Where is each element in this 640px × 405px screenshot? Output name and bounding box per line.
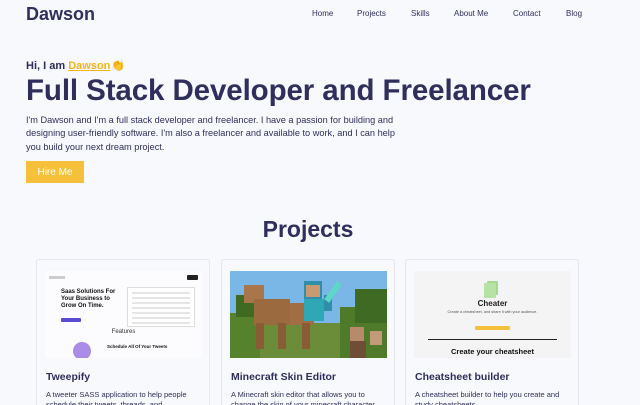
tweepify-avatar: [73, 342, 91, 358]
cheater-tagline: Create a cheatsheet, and share it with y…: [447, 310, 538, 314]
nav-link-about-me[interactable]: About Me: [454, 9, 488, 18]
cheater-cta: [475, 326, 510, 330]
tweepify-screenshot: Saas Solutions For Your Business to Grow…: [45, 271, 202, 358]
tweepify-headline: Saas Solutions For Your Business to Grow…: [61, 289, 116, 309]
project-title: Minecraft Skin Editor: [231, 371, 337, 383]
tweepify-schedule-label: Schedule All Of Your Tweets: [107, 344, 168, 349]
cheater-screenshot: Cheater Create a cheatsheet, and share i…: [414, 271, 571, 358]
project-title: Cheatsheet builder: [415, 371, 510, 383]
project-card-tweepify[interactable]: Saas Solutions For Your Business to Grow…: [36, 259, 210, 405]
project-card-minecraft[interactable]: Minecraft Skin Editor A Minecraft skin e…: [221, 259, 395, 405]
project-card-cheatsheet[interactable]: Cheater Create a cheatsheet, and share i…: [405, 259, 579, 405]
projects-heading: Projects: [262, 216, 354, 242]
minecraft-screenshot: [230, 271, 387, 358]
cheater-app-name: Cheater: [477, 299, 508, 308]
project-title: Tweepify: [46, 371, 91, 383]
nav-links: Home Projects Skills About Me Contact Bl…: [0, 9, 640, 21]
project-description: A cheatsheet builder to help you create …: [415, 390, 560, 405]
top-navbar: Dawson Home Projects Skills About Me Con…: [0, 0, 640, 28]
document-icon: [484, 283, 496, 298]
hero-greeting: Hi, I am Dawson👏: [26, 59, 125, 72]
hero-title: Full Stack Developer and Freelancer: [26, 74, 531, 107]
tweepify-features-label: Features: [111, 329, 136, 335]
hero-name-link[interactable]: Dawson: [68, 60, 110, 72]
project-description: A tweeter SASS application to help peopl…: [46, 390, 187, 405]
nav-link-projects[interactable]: Projects: [357, 9, 386, 18]
greeting-text: Hi, I am: [26, 60, 66, 72]
nav-link-contact[interactable]: Contact: [513, 9, 541, 18]
project-description: A Minecraft skin editor that allows you …: [231, 390, 375, 405]
hero-description: I'm Dawson and I'm a full stack develope…: [26, 115, 395, 152]
nav-link-home[interactable]: Home: [312, 9, 333, 18]
hire-me-button[interactable]: Hire Me: [26, 161, 84, 183]
clapping-hands-icon: 👏: [111, 60, 126, 72]
cheater-banner: Create your cheatsheet: [451, 347, 534, 356]
nav-link-blog[interactable]: Blog: [566, 9, 582, 18]
nav-link-skills[interactable]: Skills: [411, 9, 430, 18]
